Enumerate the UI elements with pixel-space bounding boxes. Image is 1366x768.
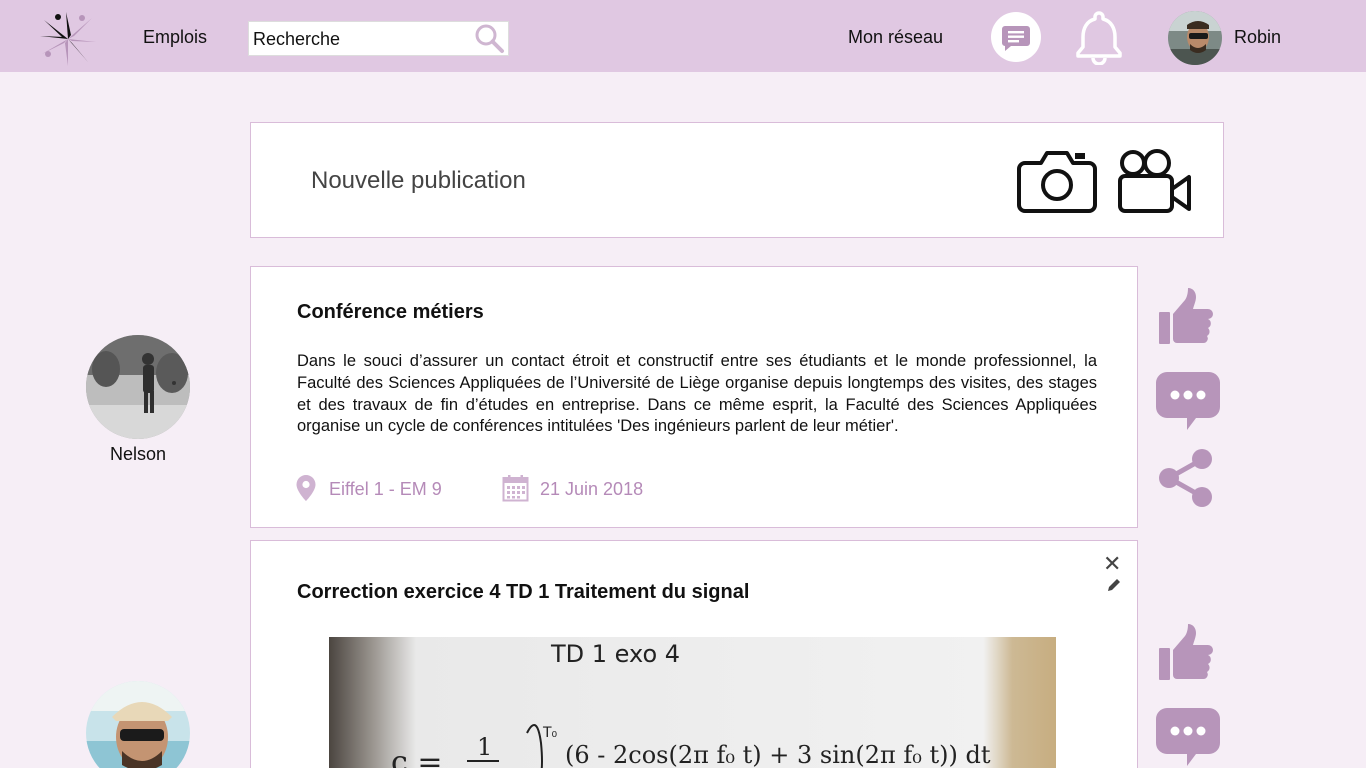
- comment-icon[interactable]: [1155, 706, 1221, 768]
- svg-text:c =: c =: [391, 745, 442, 768]
- author-name[interactable]: Nelson: [86, 444, 190, 465]
- new-post-card[interactable]: Nouvelle publication: [250, 122, 1224, 238]
- search-icon[interactable]: [473, 22, 505, 54]
- post-location: Eiffel 1 - EM 9: [329, 479, 442, 499]
- new-post-prompt[interactable]: Nouvelle publication: [311, 167, 526, 195]
- top-navigation-bar: Emplois Mon réseau Robin: [0, 0, 1366, 72]
- post-title: Conférence métiers: [297, 301, 484, 323]
- nav-network-link[interactable]: Mon réseau: [848, 27, 943, 48]
- pencil-icon[interactable]: [1107, 578, 1121, 592]
- bell-icon[interactable]: [1075, 9, 1123, 65]
- message-icon: [1002, 26, 1030, 51]
- close-icon[interactable]: ✕: [1103, 553, 1121, 575]
- post-body: Dans le souci d’assurer un contact étroi…: [297, 352, 1097, 436]
- calendar-icon: [502, 475, 529, 502]
- post-card: Conférence métiers Dans le souci d’assur…: [250, 266, 1138, 528]
- share-icon[interactable]: [1155, 448, 1217, 508]
- user-name[interactable]: Robin: [1234, 27, 1281, 48]
- post-card: ✕ Correction exercice 4 TD 1 Traitement …: [250, 540, 1138, 768]
- thumbs-up-icon[interactable]: [1155, 286, 1217, 348]
- image-heading: TD 1 exo 4: [550, 640, 680, 668]
- svg-text:1: 1: [477, 733, 492, 761]
- video-camera-icon[interactable]: [1117, 149, 1193, 215]
- author-avatar[interactable]: [86, 335, 190, 439]
- post-title: Correction exercice 4 TD 1 Traitement du…: [297, 581, 750, 603]
- image-formula: (6 - 2cos(2π f₀ t) + 3 sin(2π f₀ t)) dt: [565, 741, 991, 768]
- thumbs-up-icon[interactable]: [1155, 622, 1217, 684]
- comment-icon[interactable]: [1155, 370, 1221, 432]
- messages-button[interactable]: [991, 12, 1041, 62]
- search-input[interactable]: [253, 27, 468, 51]
- svg-text:T₀: T₀: [542, 725, 558, 741]
- camera-icon[interactable]: [1015, 149, 1099, 215]
- nav-jobs-link[interactable]: Emplois: [143, 27, 207, 48]
- logo[interactable]: [38, 10, 98, 68]
- author-avatar[interactable]: [86, 681, 190, 768]
- search-box: [248, 21, 509, 56]
- user-avatar[interactable]: [1168, 11, 1222, 65]
- location-pin-icon: [296, 475, 316, 501]
- post-date: 21 Juin 2018: [540, 479, 644, 499]
- post-image[interactable]: TD 1 exo 4 c = 1 T₀ (6 - 2cos(2π f₀ t) +…: [329, 637, 1056, 768]
